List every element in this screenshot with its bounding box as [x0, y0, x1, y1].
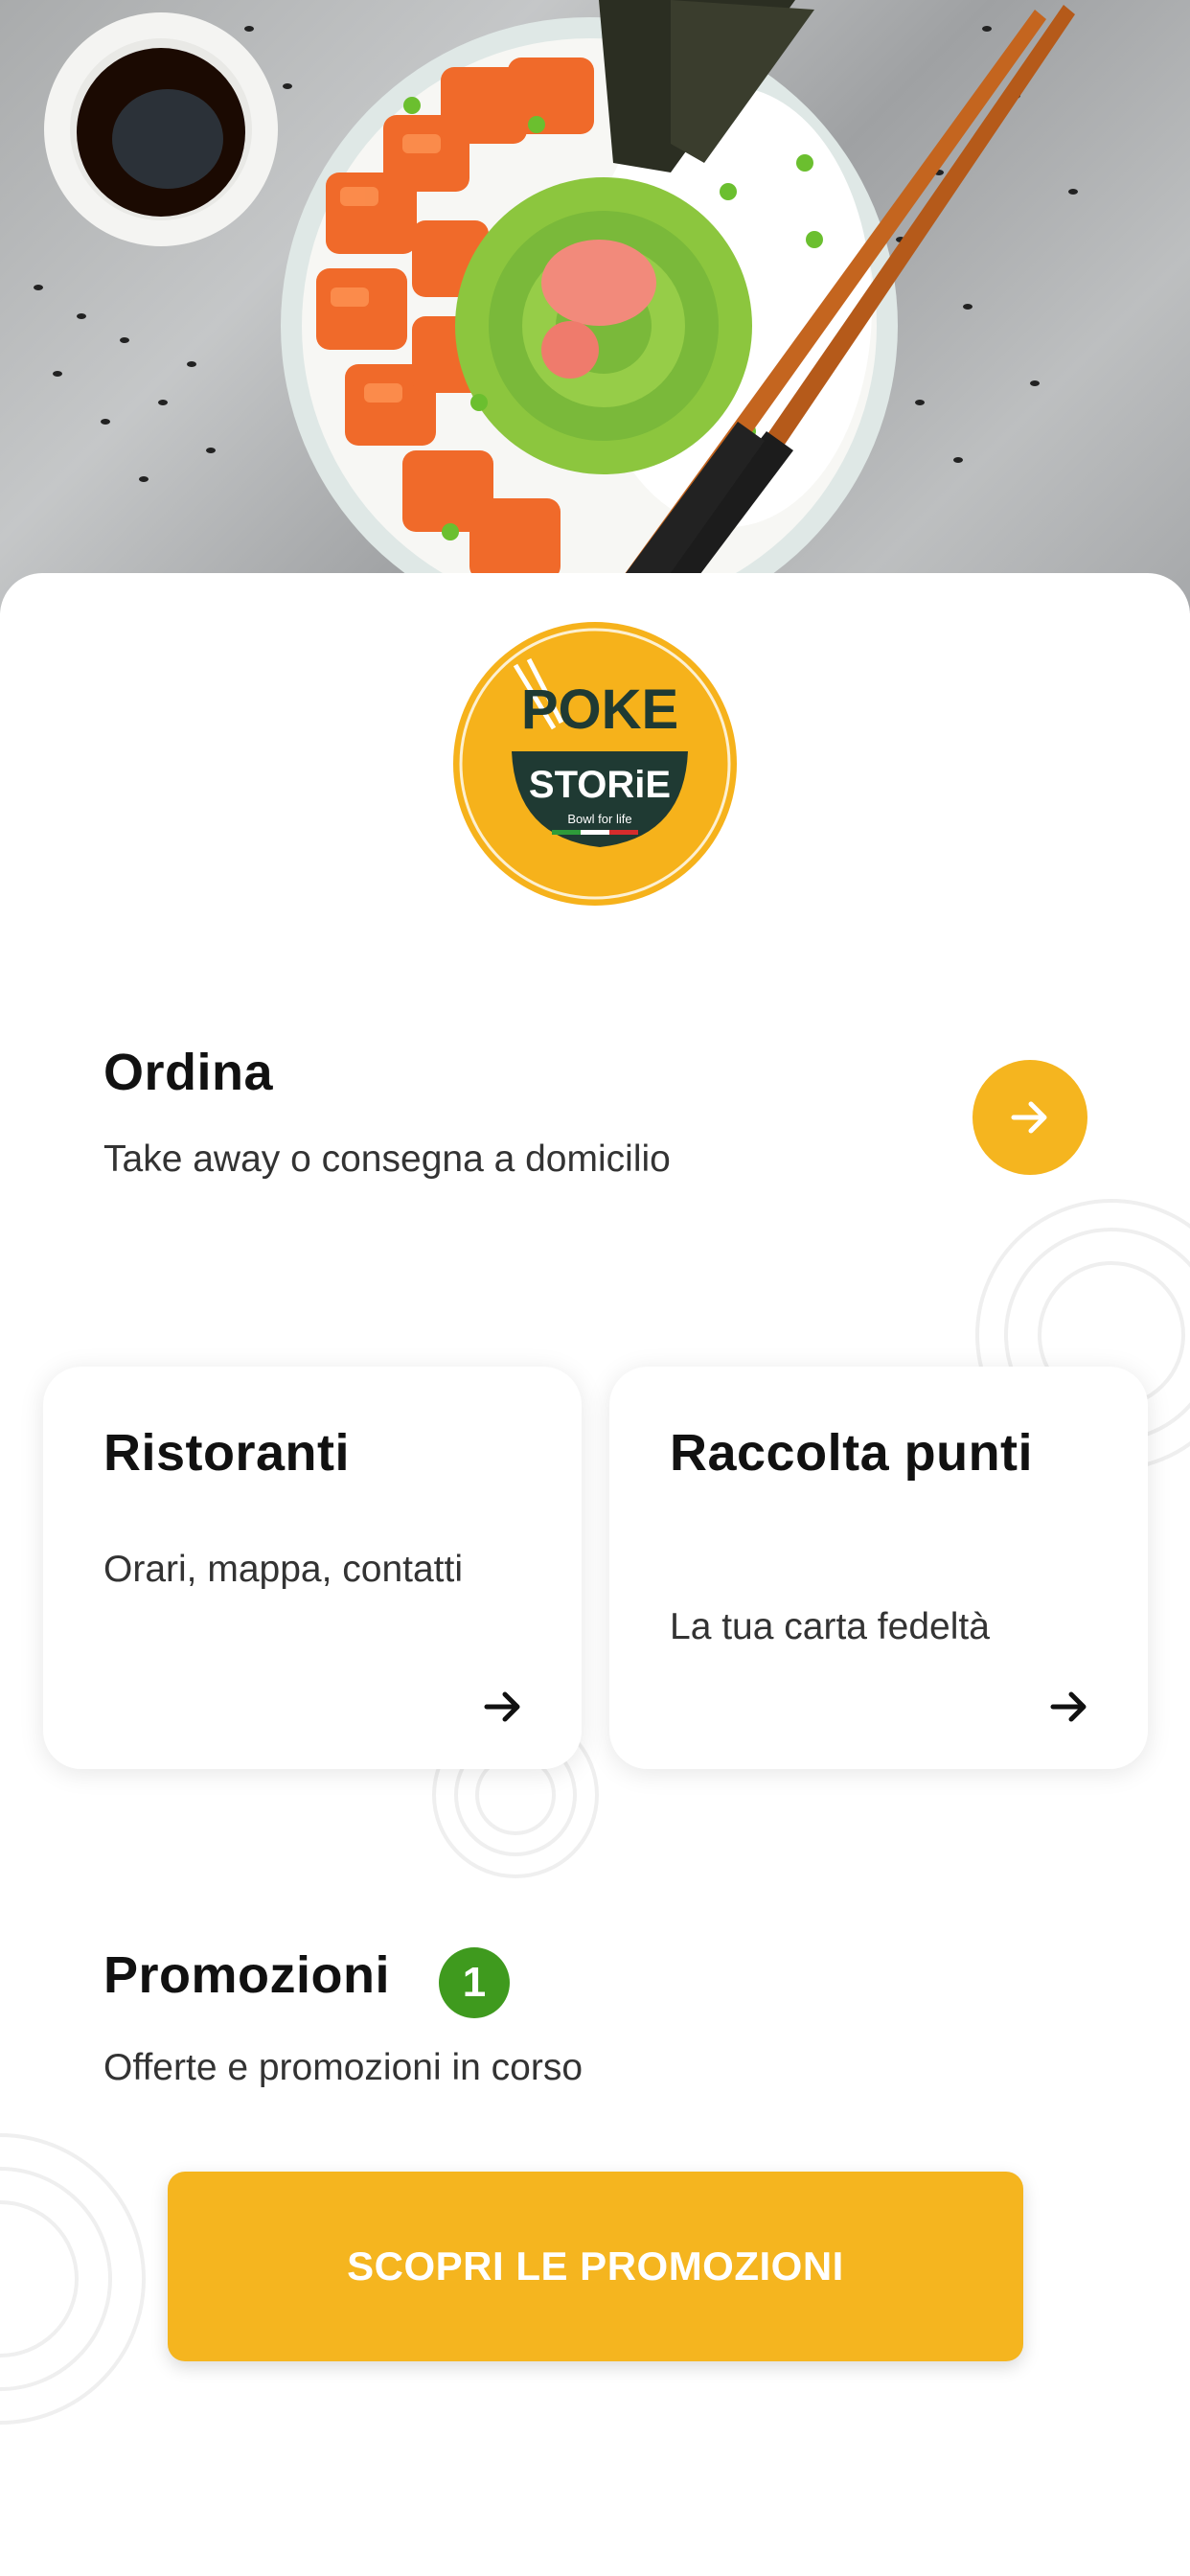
order-subtitle: Take away o consegna a domicilio [103, 1138, 671, 1180]
logo-tagline: Bowl for life [567, 812, 631, 826]
arrow-right-icon [484, 1691, 520, 1722]
content-sheet: POKE STORiE Bowl for life Ordina Take aw… [0, 573, 1190, 2576]
restaurants-card-subtitle: Orari, mappa, contatti [103, 1549, 463, 1590]
promotions-subtitle: Offerte e promozioni in corso [103, 2047, 584, 2088]
logo-text-storie: STORiE [529, 764, 671, 806]
discover-promotions-button[interactable]: SCOPRI LE PROMOZIONI [168, 2172, 1023, 2361]
promotions-title: Promozioni [103, 1946, 390, 2004]
loyalty-card-title: Raccolta punti [670, 1424, 1034, 1482]
brand-logo: POKE STORiE Bowl for life [453, 622, 737, 906]
arrow-right-icon [1011, 1101, 1047, 1134]
arrow-right-icon [1050, 1691, 1087, 1722]
loyalty-card-subtitle: La tua carta fedeltà [670, 1606, 990, 1647]
poke-bowl-photo [34, 0, 1078, 613]
loyalty-card[interactable]: Raccolta punti La tua carta fedeltà [609, 1367, 1148, 1769]
promotions-count-badge: 1 [439, 1947, 510, 2018]
order-title: Ordina [103, 1044, 274, 1101]
hero-image [0, 0, 1190, 613]
restaurants-card-title: Ristoranti [103, 1424, 351, 1482]
logo-text-poke: POKE [521, 678, 678, 741]
order-button[interactable] [973, 1060, 1087, 1175]
restaurants-card[interactable]: Ristoranti Orari, mappa, contatti [43, 1367, 582, 1769]
